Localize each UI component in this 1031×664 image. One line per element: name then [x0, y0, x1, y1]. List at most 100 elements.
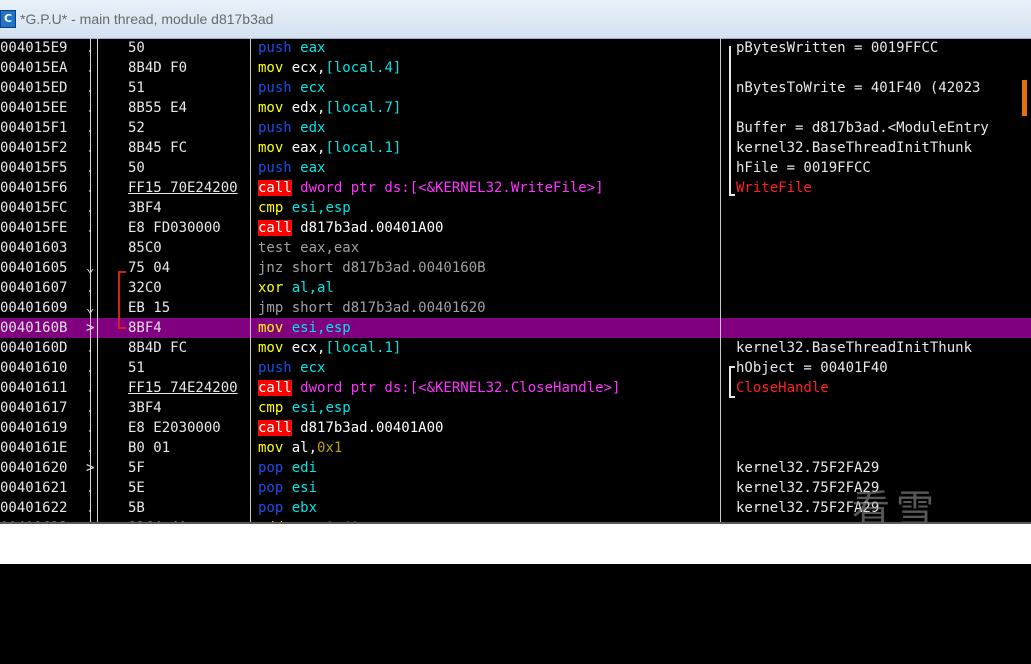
asm-token: push: [258, 40, 292, 56]
instruction-bytes: 3BF4: [128, 400, 162, 416]
disasm-row[interactable]: 004015FE.E8 FD030000call d817b3ad.00401A…: [0, 218, 1031, 238]
disasm-row[interactable]: 004015F5.50push eaxhFile = 0019FFCC: [0, 158, 1031, 178]
instruction-address: 004015E9: [0, 40, 68, 56]
instruction-text: push ecx: [258, 78, 718, 98]
asm-token: push: [258, 120, 292, 136]
comment: [736, 238, 1031, 258]
jump-arrow-line: [118, 271, 120, 329]
instruction-text: pop esi: [258, 478, 718, 498]
disasm-row[interactable]: 00401611.FF15 74E24200call dword ptr ds:…: [0, 378, 1031, 398]
instruction-address: 004015FC: [0, 200, 68, 216]
instruction-text: push edx: [258, 118, 718, 138]
asm-token: push: [258, 80, 292, 96]
instruction-address: 00401617: [0, 400, 68, 416]
asm-token: call: [258, 180, 292, 196]
asm-token: cmp: [258, 200, 284, 216]
register-info-pane: esp=0019FF74 esi=00401F40 (d817b3ad.<Mod…: [0, 522, 1031, 642]
instruction-text: mov al,0x1: [258, 438, 718, 458]
comment: hObject = 00401F40: [736, 360, 888, 376]
asm-token: pop: [258, 460, 284, 476]
disasm-row[interactable]: 00401607.32C0xor al,al: [0, 278, 1031, 298]
instruction-address: 00401603: [0, 240, 68, 256]
comment: [736, 218, 1031, 238]
asm-token: ecx,: [283, 60, 326, 76]
asm-token: al,: [283, 440, 318, 456]
register-line: esp=0019FF74: [0, 566, 102, 582]
comment: hFile = 0019FFCC: [736, 160, 871, 176]
instruction-address: 00401607: [0, 280, 68, 296]
disasm-row[interactable]: 004015F1.52push edxBuffer = d817b3ad.<Mo…: [0, 118, 1031, 138]
disasm-row[interactable]: 004015F2.8B45 FCmov eax,[local.1]kernel3…: [0, 138, 1031, 158]
asm-token: d817b3ad.00401A00: [291, 220, 444, 236]
instruction-text: push eax: [258, 158, 718, 178]
asm-token: call: [258, 380, 292, 396]
asm-token: call: [258, 420, 292, 436]
instruction-bytes: 50: [128, 40, 145, 56]
disasm-row[interactable]: 004015E9.50push eaxpBytesWritten = 0019F…: [0, 38, 1031, 58]
instruction-text: call d817b3ad.00401A00: [258, 218, 718, 238]
disasm-row[interactable]: 00401605⌄75 04jnz short d817b3ad.0040160…: [0, 258, 1031, 278]
instruction-address: 004015F1: [0, 120, 68, 136]
instruction-address: 004015FE: [0, 220, 68, 236]
disasm-row[interactable]: 004015FC.3BF4cmp esi,esp: [0, 198, 1031, 218]
instruction-address: 004015EE: [0, 100, 68, 116]
disasm-row[interactable]: 0040161E.B0 01mov al,0x1: [0, 438, 1031, 458]
disasm-row[interactable]: 00401603 85C0 test eax,eax: [0, 238, 1031, 258]
instruction-address: 0040161E: [0, 440, 68, 456]
asm-token: xor: [258, 280, 284, 296]
instruction-address: 004015EA: [0, 60, 68, 76]
instruction-address: 00401611: [0, 380, 68, 396]
instruction-bytes: 3BF4: [128, 200, 162, 216]
instruction-bytes: FF15 74E24200: [128, 380, 238, 396]
disasm-row[interactable]: 00401617.3BF4cmp esi,esp: [0, 398, 1031, 418]
instruction-text: cmp esi,esp: [258, 398, 718, 418]
instruction-text: push eax: [258, 38, 718, 58]
disasm-row[interactable]: 00401609⌄EB 15jmp short d817b3ad.0040162…: [0, 298, 1031, 318]
asm-token: al,al: [283, 280, 334, 296]
asm-token: [local.4]: [325, 60, 402, 76]
instruction-text: jnz short d817b3ad.0040160B: [258, 258, 718, 278]
title-bar: C *G.P.U* - main thread, module d817b3ad: [0, 0, 1031, 39]
instruction-text: test eax,eax: [258, 238, 718, 258]
asm-token: ecx: [291, 360, 326, 376]
disasm-row[interactable]: 00401619.E8 E2030000call d817b3ad.00401A…: [0, 418, 1031, 438]
disasm-row[interactable]: 004015F6.FF15 70E24200call dword ptr ds:…: [0, 178, 1031, 198]
instruction-bytes: 75 04: [128, 260, 171, 276]
disasm-row[interactable]: 0040160B>8BF4mov esi,esp: [0, 318, 1031, 338]
disassembly-view[interactable]: 004015E9.50push eaxpBytesWritten = 0019F…: [0, 38, 1031, 522]
instruction-address: 00401621: [0, 480, 68, 496]
instruction-address: 004015F6: [0, 180, 68, 196]
comment: [736, 258, 1031, 278]
comment: kernel32.BaseThreadInitThunk: [736, 340, 973, 356]
disasm-row[interactable]: 00401620>5Fpop edikernel32.75F2FA29: [0, 458, 1031, 478]
comment: pBytesWritten = 0019FFCC: [736, 40, 939, 56]
asm-token: dword ptr ds:[<&KERNEL32.WriteFile>]: [291, 180, 604, 196]
asm-token: eax: [291, 40, 326, 56]
asm-token: [local.1]: [325, 340, 402, 356]
asm-token: edx: [291, 120, 326, 136]
asm-token: test eax,eax: [258, 240, 360, 256]
instruction-bytes: E8 E2030000: [128, 420, 221, 436]
instruction-bytes: 50: [128, 160, 145, 176]
scroll-marker[interactable]: [1022, 80, 1027, 116]
instruction-address: 00401605: [0, 260, 68, 276]
instruction-bytes: EB 15: [128, 300, 171, 316]
instruction-text: call dword ptr ds:[<&KERNEL32.CloseHandl…: [258, 378, 718, 398]
comment: [736, 98, 1031, 118]
asm-token: mov: [258, 100, 284, 116]
disasm-row[interactable]: 00401610.51push ecxhObject = 00401F40: [0, 358, 1031, 378]
instruction-address: 00401609: [0, 300, 68, 316]
disasm-row[interactable]: 004015ED.51push ecxnBytesToWrite = 401F4…: [0, 78, 1031, 98]
asm-token: eax,: [283, 140, 326, 156]
disasm-row[interactable]: 004015EE.8B55 E4mov edx,[local.7]: [0, 98, 1031, 118]
instruction-address: 004015F5: [0, 160, 68, 176]
asm-token: jnz short d817b3ad.0040160B: [258, 260, 486, 276]
instruction-text: cmp esi,esp: [258, 198, 718, 218]
instruction-bytes: FF15 70E24200: [128, 180, 238, 196]
instruction-text: mov ecx,[local.1]: [258, 338, 718, 358]
disasm-row[interactable]: 0040160D.8B4D FCmov ecx,[local.1]kernel3…: [0, 338, 1031, 358]
asm-token: [local.7]: [325, 100, 402, 116]
disasm-row[interactable]: 004015EA.8B4D F0mov ecx,[local.4]: [0, 58, 1031, 78]
args-bracket-writefile: [729, 46, 735, 196]
app-icon: C: [0, 10, 16, 28]
